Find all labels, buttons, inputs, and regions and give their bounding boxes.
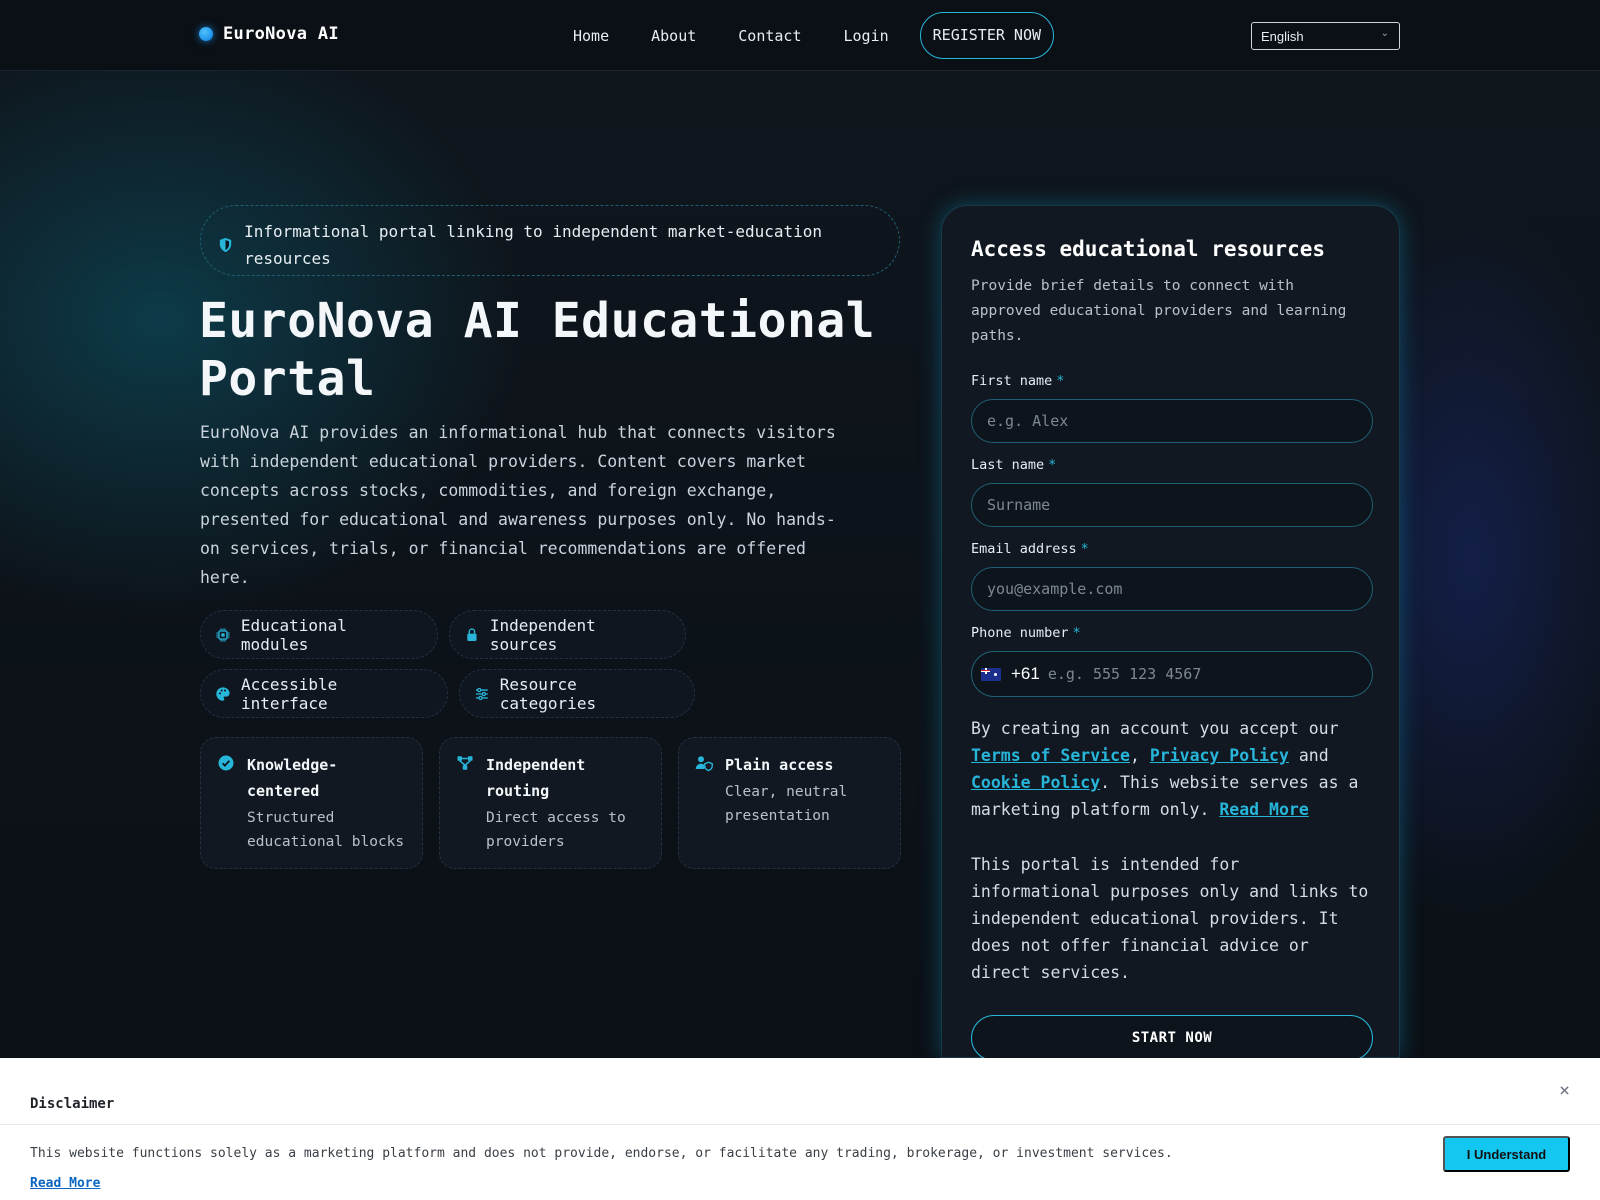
hero-description: EuroNova AI provides an informational hu… <box>200 423 836 587</box>
shield-icon <box>219 237 232 253</box>
brand-name: EuroNova AI <box>223 24 339 44</box>
phone-dial-code: +61 <box>1011 664 1040 683</box>
card-description: Structured educational blocks <box>247 810 405 850</box>
card-title: Independent routing <box>486 756 586 800</box>
register-now-button[interactable]: REGISTER NOW <box>919 12 1055 59</box>
terms-prefix: By creating an account you accept our <box>971 719 1339 738</box>
language-value: English <box>1261 29 1304 44</box>
phone-field[interactable]: +61 <box>971 651 1373 697</box>
chevron-down-icon: ⌄ <box>1380 28 1389 39</box>
last-name-label: Last name * <box>971 457 1370 477</box>
check-circle-icon <box>218 755 234 771</box>
chip-resource-categories: Resource categories <box>459 669 695 718</box>
feature-card-knowledge: Knowledge-centered Structured educationa… <box>200 737 423 869</box>
chip-independent-sources: Independent sources <box>449 610 686 659</box>
top-header: EuroNova AI Home About Contact Login REG… <box>0 0 1600 71</box>
required-mark: * <box>1080 541 1089 557</box>
network-icon <box>457 756 473 770</box>
email-label: Email address * <box>971 541 1370 561</box>
last-name-input[interactable] <box>971 483 1373 527</box>
form-title: Access educational resources <box>971 237 1326 261</box>
australia-flag-icon[interactable] <box>981 667 1001 681</box>
chip-label: Independent sources <box>489 615 596 654</box>
disclaimer-title: Disclaimer <box>30 1096 115 1112</box>
disclaimer-read-more-link[interactable]: Read More <box>30 1176 100 1191</box>
badge-text: Informational portal linking to independ… <box>244 222 823 268</box>
label-text: Email address <box>971 541 1077 557</box>
info-badge: Informational portal linking to independ… <box>200 205 900 276</box>
cookie-policy-link[interactable]: Cookie Policy <box>971 773 1100 792</box>
feature-card-plain-access: Plain access Clear, neutral presentation <box>678 737 901 869</box>
palette-icon <box>216 686 230 701</box>
required-mark: * <box>1056 373 1065 389</box>
terms-text: By creating an account you accept our Te… <box>971 719 1359 819</box>
phone-label: Phone number * <box>971 625 1370 645</box>
label-text: Phone number <box>971 625 1069 641</box>
first-name-input[interactable] <box>971 399 1373 443</box>
label-text: Last name <box>971 457 1045 473</box>
chip-label: Accessible interface <box>240 674 338 713</box>
first-name-label: First name * <box>971 373 1370 393</box>
nav-login[interactable]: Login <box>823 27 910 45</box>
chip-accessible-interface: Accessible interface <box>200 669 448 718</box>
nav-about[interactable]: About <box>630 27 717 45</box>
disclaimer-banner: Disclaimer × This website functions sole… <box>0 1058 1600 1200</box>
card-title: Knowledge-centered <box>247 756 338 800</box>
main-nav: Home About Contact Login REGISTER NOW <box>552 12 1055 59</box>
chip-label: Resource categories <box>499 674 597 713</box>
email-input[interactable] <box>971 567 1373 611</box>
terms-and: and <box>1298 746 1329 765</box>
brand-logo[interactable]: EuroNova AI <box>199 24 339 44</box>
label-text: First name <box>971 373 1053 389</box>
nav-contact[interactable]: Contact <box>717 27 822 45</box>
form-subtitle: Provide brief details to connect with ap… <box>971 278 1347 344</box>
start-now-button[interactable]: START NOW <box>971 1015 1373 1061</box>
signup-form-card: Access educational resources Provide bri… <box>941 205 1400 1061</box>
sliders-icon <box>475 687 488 700</box>
required-mark: * <box>1072 625 1081 641</box>
required-mark: * <box>1048 457 1057 473</box>
language-select[interactable]: English ⌄ <box>1251 22 1400 50</box>
phone-input[interactable] <box>1047 665 1363 683</box>
nav-home[interactable]: Home <box>552 27 630 45</box>
close-icon[interactable]: × <box>1559 1080 1570 1101</box>
lock-icon <box>467 627 477 641</box>
logo-dot-icon <box>199 27 213 41</box>
informational-notice: This portal is intended for informationa… <box>971 855 1369 982</box>
chip-label: Educational modules <box>240 615 347 654</box>
card-title: Plain access <box>725 756 834 774</box>
user-shield-icon <box>695 756 713 772</box>
feature-card-routing: Independent routing Direct access to pro… <box>439 737 662 869</box>
chip-processor-icon <box>216 627 230 642</box>
card-description: Clear, neutral presentation <box>725 784 848 824</box>
read-more-link[interactable]: Read More <box>1219 800 1308 819</box>
privacy-policy-link[interactable]: Privacy Policy <box>1150 746 1289 765</box>
page-title: EuroNova AI Educational Portal <box>199 293 876 407</box>
card-description: Direct access to providers <box>486 810 626 850</box>
terms-of-service-link[interactable]: Terms of Service <box>971 746 1130 765</box>
disclaimer-header: Disclaimer <box>0 1058 1600 1125</box>
disclaimer-text: This website functions solely as a marke… <box>30 1146 1173 1161</box>
i-understand-button[interactable]: I Understand <box>1443 1136 1570 1172</box>
chip-educational-modules: Educational modules <box>200 610 438 659</box>
